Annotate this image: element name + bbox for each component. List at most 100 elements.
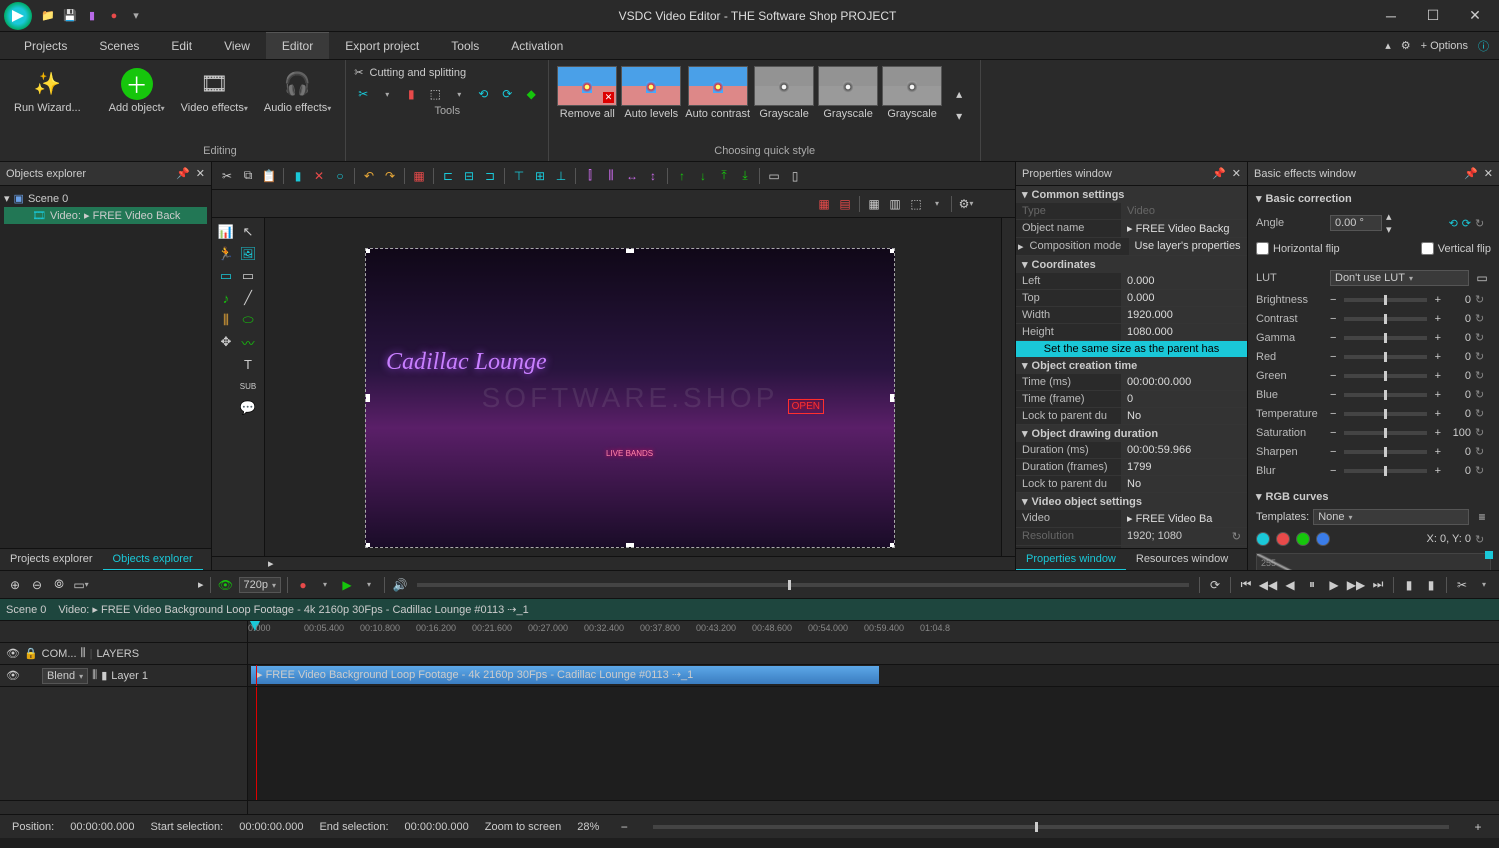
panel-close-icon[interactable]: ✕: [1484, 167, 1493, 180]
vflip-checkbox[interactable]: Vertical flip: [1421, 242, 1491, 255]
text-icon[interactable]: T: [238, 354, 258, 374]
stabilize-icon[interactable]: ◆: [522, 85, 540, 103]
slider-minus[interactable]: −: [1330, 446, 1336, 458]
rotate-right-icon[interactable]: ⟳: [498, 85, 516, 103]
fx-temperature-slider[interactable]: [1344, 412, 1426, 416]
fx-temperature-reset-icon[interactable]: ↻: [1475, 407, 1491, 420]
add-object-button[interactable]: ＋ Add object: [103, 66, 171, 143]
timeline-clip[interactable]: ▸ FREE Video Background Loop Footage - 4…: [250, 665, 880, 685]
align-left-icon[interactable]: ⊏: [439, 167, 457, 185]
options-label[interactable]: + Options: [1421, 40, 1468, 52]
drawing-duration-header[interactable]: ▾Object drawing duration: [1016, 425, 1247, 442]
timeline-hscroll[interactable]: [248, 801, 1499, 814]
volume-icon[interactable]: 🔊: [391, 576, 409, 594]
fx-blur-slider[interactable]: [1344, 469, 1426, 473]
prop-lock1[interactable]: Lock to parent duNo: [1016, 408, 1247, 425]
slider-plus[interactable]: +: [1435, 313, 1441, 325]
slider-minus[interactable]: −: [1330, 427, 1336, 439]
prop-time-ms[interactable]: Time (ms)00:00:00.000: [1016, 374, 1247, 391]
tree-video-row[interactable]: 🎞 Video: ▸ FREE Video Back: [4, 207, 207, 224]
to-front-icon[interactable]: ⤒: [715, 167, 733, 185]
video-effects-button[interactable]: 🎞 Video effects: [175, 66, 254, 143]
to-back-icon[interactable]: ⤓: [736, 167, 754, 185]
tl-expand-icon[interactable]: ▸: [198, 578, 204, 591]
cut-icon[interactable]: ✂: [218, 167, 236, 185]
prop-time-frame[interactable]: Time (frame)0: [1016, 391, 1247, 408]
templates-dropdown[interactable]: None: [1313, 509, 1469, 525]
gear-icon[interactable]: ⚙: [1401, 39, 1411, 52]
style-grayscale-1[interactable]: Grayscale: [754, 66, 814, 143]
slider-minus[interactable]: −: [1330, 332, 1336, 344]
prop-object-name[interactable]: Object name▸ FREE Video Backg: [1016, 220, 1247, 238]
slider-minus[interactable]: −: [1330, 408, 1336, 420]
slider-minus[interactable]: −: [1330, 465, 1336, 477]
fx-blue-slider[interactable]: [1344, 393, 1426, 397]
ungroup-icon[interactable]: ▯: [786, 167, 804, 185]
align-bottom-icon[interactable]: ⊥: [552, 167, 570, 185]
slider-minus[interactable]: −: [1330, 313, 1336, 325]
loop-icon[interactable]: ⟳: [1206, 576, 1224, 594]
qat-save-icon[interactable]: 💾: [62, 8, 78, 24]
circle-icon[interactable]: ○: [331, 167, 349, 185]
rotate-left-icon[interactable]: ⟲: [474, 85, 492, 103]
go-end-icon[interactable]: ⏭: [1369, 576, 1387, 594]
slider-plus[interactable]: +: [1435, 408, 1441, 420]
layer-name[interactable]: Layer 1: [111, 670, 148, 682]
move-down-icon[interactable]: ↓: [694, 167, 712, 185]
qat-more-icon[interactable]: ▾: [128, 8, 144, 24]
menu-tools[interactable]: Tools: [435, 32, 495, 59]
cut-split-icon[interactable]: ✂: [354, 66, 363, 79]
zoom-in-icon[interactable]: +: [1469, 818, 1487, 836]
razor-icon[interactable]: ✂: [354, 85, 372, 103]
tooltip-icon[interactable]: 💬: [238, 398, 258, 418]
view-group-icon[interactable]: ▦: [815, 195, 833, 213]
ellipse-icon[interactable]: ⬭: [238, 310, 258, 330]
slider-plus[interactable]: +: [1435, 446, 1441, 458]
pointer-icon[interactable]: ↖: [238, 222, 258, 242]
fx-brightness-slider[interactable]: [1344, 298, 1426, 302]
sprite-icon[interactable]: 🏃: [216, 244, 236, 264]
move-icon[interactable]: ✥: [216, 332, 236, 352]
fx-blur-reset-icon[interactable]: ↻: [1475, 464, 1491, 477]
tl-zoom-fit-icon[interactable]: ⦾: [50, 576, 68, 594]
tab-resources-window[interactable]: Resources window: [1126, 549, 1238, 570]
style-remove-all[interactable]: ✕Remove all: [557, 66, 617, 143]
rotate-cw-icon[interactable]: ⟳: [1462, 217, 1471, 230]
tl-zoom-out-icon[interactable]: ⊖: [28, 576, 46, 594]
rgb-channel-blue[interactable]: [1316, 532, 1330, 546]
rect-icon[interactable]: ▭: [238, 266, 258, 286]
fx-blue-reset-icon[interactable]: ↻: [1475, 388, 1491, 401]
rec-icon[interactable]: ●: [294, 576, 312, 594]
tab-properties-window[interactable]: Properties window: [1016, 549, 1126, 570]
waveform-icon[interactable]: ⫼: [81, 647, 86, 660]
go-start-icon[interactable]: ⏮: [1237, 576, 1255, 594]
panel-close-icon[interactable]: ✕: [1232, 167, 1241, 180]
tl-zoom-in-icon[interactable]: ⊕: [6, 576, 24, 594]
slider-minus[interactable]: −: [1330, 294, 1336, 306]
audio-obj-icon[interactable]: ♪: [216, 288, 236, 308]
tab-projects-explorer[interactable]: Projects explorer: [0, 549, 103, 570]
trim-icon[interactable]: ▮: [402, 85, 420, 103]
canvas-collapse-icon[interactable]: ▸: [264, 557, 278, 570]
cutting-splitting-label[interactable]: Cutting and splitting: [370, 67, 467, 79]
style-auto-levels[interactable]: Auto levels: [621, 66, 681, 143]
video-frame[interactable]: Cadillac Lounge OPEN LIVE BANDS SOFTWARE…: [365, 248, 895, 548]
image-icon[interactable]: 🖼: [238, 244, 258, 264]
slider-plus[interactable]: +: [1435, 389, 1441, 401]
fx-sharpen-slider[interactable]: [1344, 450, 1426, 454]
slider-plus[interactable]: +: [1435, 465, 1441, 477]
step-fwd-icon[interactable]: ▶▶: [1347, 576, 1365, 594]
crop-dropdown[interactable]: [450, 85, 468, 103]
pin-icon[interactable]: 📌: [176, 167, 190, 180]
marker1-icon[interactable]: ▮: [1400, 576, 1418, 594]
prop-top[interactable]: Top0.000: [1016, 290, 1247, 307]
styles-scroll-down[interactable]: ▾: [950, 107, 968, 125]
angle-reset-icon[interactable]: ↻: [1475, 217, 1491, 230]
prop-video[interactable]: Video▸ FREE Video Ba: [1016, 510, 1247, 528]
curve-reset-icon[interactable]: ↻: [1475, 533, 1491, 546]
composition-label[interactable]: COM...: [42, 648, 77, 660]
rec-dropdown[interactable]: [316, 576, 334, 594]
zoom-slider[interactable]: [653, 825, 1449, 829]
info-icon[interactable]: ⓘ: [1478, 38, 1489, 54]
collapse-ribbon-icon[interactable]: ▴: [1385, 39, 1391, 52]
